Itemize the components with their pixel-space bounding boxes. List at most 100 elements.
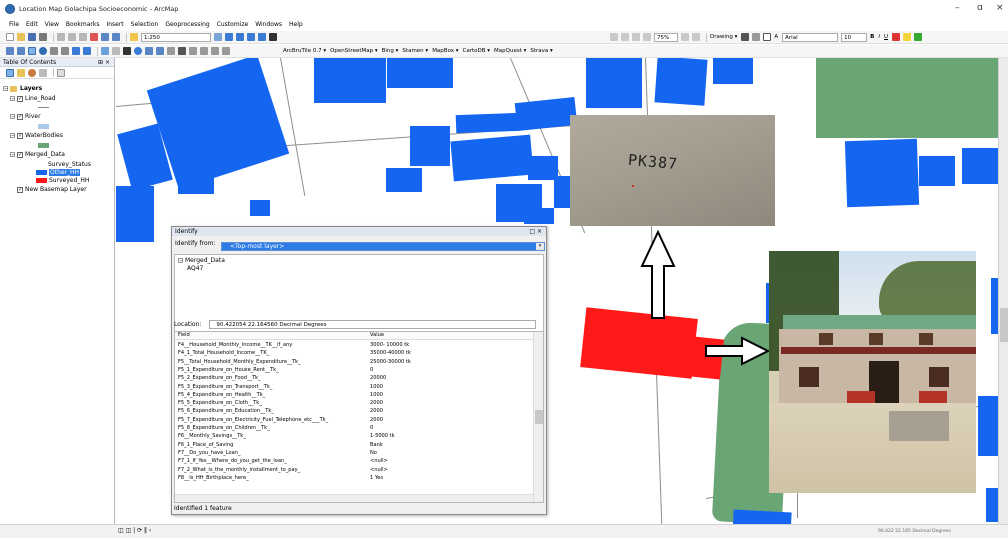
basemap-openstreetmap[interactable]: OpenStreetMap ▾ [330, 48, 378, 54]
menu-bookmarks[interactable]: Bookmarks [66, 21, 100, 28]
new-document-icon[interactable] [6, 33, 14, 41]
map-scale-combo[interactable]: 1:250 [141, 32, 211, 42]
attribute-row[interactable]: F7_2_What_is_the_monthly_installment_to_… [175, 467, 533, 475]
basemap-mapquest[interactable]: MapQuest ▾ [494, 48, 526, 54]
restore-button[interactable]: ɑ [977, 3, 983, 13]
basemap-stamen[interactable]: Stamen ▾ [402, 48, 428, 54]
attribute-row[interactable]: F5_5_Expenditure_on_Cloth__Tk_ 2000 [175, 400, 533, 408]
toc-layers-root[interactable]: − Layers [3, 85, 42, 92]
attribute-row[interactable]: F5_2_Expenditure_on_Food__Tk_ 20000 [175, 375, 533, 383]
identify-titlebar[interactable]: Identify □ × [172, 227, 546, 236]
chevron-down-icon[interactable]: ▾ [536, 243, 544, 250]
attribute-row[interactable]: F5_3_Expenditure_on_Transport__Tk_ 1000 [175, 384, 533, 392]
zoom-percent-combo[interactable]: 75% [654, 32, 678, 42]
layout-view-buttons[interactable]: ◫ ◫ | ⟳ ‖ ‹ [118, 527, 151, 534]
find-icon[interactable] [178, 47, 186, 55]
underline-button[interactable]: U [884, 34, 888, 40]
menu-file[interactable]: File [9, 21, 19, 28]
toc-layer-merged-data[interactable]: − ✓ Merged_Data [10, 151, 65, 158]
attribute-row[interactable]: F5_6_Expenditure_on_Education__Tk_ 2000 [175, 408, 533, 416]
toc-layer-new-basemap[interactable]: −✓ New Basemap Layer [10, 186, 87, 193]
rectangle-icon[interactable] [763, 33, 772, 41]
pan-icon[interactable] [28, 47, 36, 55]
hyperlink-icon[interactable] [145, 47, 153, 55]
python-icon[interactable] [269, 33, 277, 41]
copy-icon[interactable] [68, 33, 76, 41]
line-color-icon[interactable] [914, 33, 923, 41]
attribute-row[interactable]: F5__Total_Household_Monthly_Expenditure_… [175, 359, 533, 367]
select-features-icon[interactable] [101, 47, 109, 55]
new-text-button[interactable]: A [774, 34, 778, 40]
attribute-row[interactable]: F6_1_Place_of_Saving Bank [175, 442, 533, 450]
attribute-row[interactable]: F7_1_If_Yes__Where_do_you_get_the_loan_ <… [175, 458, 533, 466]
cut-icon[interactable] [57, 33, 65, 41]
menu-edit[interactable]: Edit [26, 21, 38, 28]
select-elements-icon[interactable] [741, 33, 750, 41]
drawing-menu[interactable]: Drawing ▾ [710, 34, 737, 40]
basemap-cartodb[interactable]: CartoDB ▾ [463, 48, 491, 54]
menu-help[interactable]: Help [289, 21, 303, 28]
basemap-mapbox[interactable]: MapBox ▾ [432, 48, 458, 54]
list-by-source-icon[interactable] [17, 68, 25, 77]
find-route-icon[interactable] [189, 47, 197, 55]
options-icon[interactable] [57, 68, 65, 77]
font-size-combo[interactable]: 10 [841, 32, 868, 42]
save-icon[interactable] [28, 33, 36, 41]
map-vertical-scrollbar[interactable] [998, 58, 1008, 524]
fixed-zoom-in-icon[interactable] [50, 47, 58, 55]
toc-pin-close[interactable]: ⊞ × [98, 58, 110, 67]
basemap-strava[interactable]: Strava ▾ [530, 48, 552, 54]
delete-icon[interactable] [90, 33, 98, 41]
clear-selection-icon[interactable] [112, 47, 120, 55]
font-name-combo[interactable]: Arial [782, 32, 839, 42]
basemap-arcbrutile[interactable]: ArcBruTile 0.7 ▾ [283, 48, 326, 54]
layer-visibility-checkbox[interactable]: ✓ [17, 95, 23, 102]
attribute-row[interactable]: F5_7_Expenditure_on_Electricity_Fuel_Tel… [175, 417, 533, 425]
scrollbar-thumb[interactable] [1000, 308, 1008, 342]
time-slider-icon[interactable] [211, 47, 219, 55]
menu-geoprocessing[interactable]: Geoprocessing [165, 21, 209, 28]
toc-legend-other-hh[interactable]: Other_HH [36, 169, 81, 176]
search-window-icon[interactable] [247, 33, 255, 41]
catalog-window-icon[interactable] [236, 33, 244, 41]
layer-visibility-checkbox[interactable]: ✓ [17, 151, 23, 158]
attribute-row[interactable]: F8__Is_HH_Birthplace_here_ 1 Yes [175, 475, 533, 483]
viewer-window-icon[interactable] [222, 47, 230, 55]
print-icon[interactable] [39, 33, 47, 41]
attribute-horizontal-scrollbar[interactable] [175, 494, 533, 502]
layout-tool-icon[interactable] [643, 33, 651, 41]
full-extent-icon[interactable] [39, 47, 47, 55]
html-popup-icon[interactable] [156, 47, 164, 55]
toc-layer-waterbodies[interactable]: − ✓ WaterBodies [10, 132, 63, 139]
undo-icon[interactable] [101, 33, 109, 41]
redo-icon[interactable] [112, 33, 120, 41]
attribute-row[interactable]: F5_4_Expenditure_on_Health__Tk_ 1000 [175, 392, 533, 400]
menu-view[interactable]: View [45, 21, 59, 28]
fixed-zoom-out-icon[interactable] [61, 47, 69, 55]
back-extent-icon[interactable] [72, 47, 80, 55]
scrollbar-thumb[interactable] [535, 410, 543, 424]
menu-selection[interactable]: Selection [131, 21, 159, 28]
zoom-in-icon[interactable] [6, 47, 14, 55]
layout-tool-icon[interactable] [632, 33, 640, 41]
menu-windows[interactable]: Windows [255, 21, 282, 28]
list-by-visibility-icon[interactable] [28, 68, 36, 77]
attribute-vertical-scrollbar[interactable] [533, 332, 543, 502]
identify-icon[interactable] [134, 47, 142, 55]
list-by-drawing-order-icon[interactable] [6, 68, 14, 77]
tree-node-layer[interactable]: − Merged_Data [178, 257, 225, 264]
close-button[interactable]: × [996, 3, 1004, 13]
forward-extent-icon[interactable] [83, 47, 91, 55]
attribute-row[interactable]: F7__Do_you_have_Loan_ No [175, 450, 533, 458]
font-color-icon[interactable] [892, 33, 901, 41]
attribute-row[interactable]: F6__Monthly_Savings__Tk_ 1-5000 tk [175, 433, 533, 441]
zoom-out-icon[interactable] [17, 47, 25, 55]
layout-tool-icon[interactable] [692, 33, 700, 41]
bold-button[interactable]: B [870, 34, 874, 40]
layer-visibility-checkbox[interactable]: ✓ [17, 113, 23, 120]
layout-tool-icon[interactable] [681, 33, 689, 41]
identify-window-controls[interactable]: □ × [529, 227, 542, 236]
toc-legend-surveyed-hh[interactable]: Surveyed_HH [36, 177, 89, 184]
editor-icon[interactable] [214, 33, 222, 41]
tree-node-feature[interactable]: AQ47 [187, 265, 203, 272]
